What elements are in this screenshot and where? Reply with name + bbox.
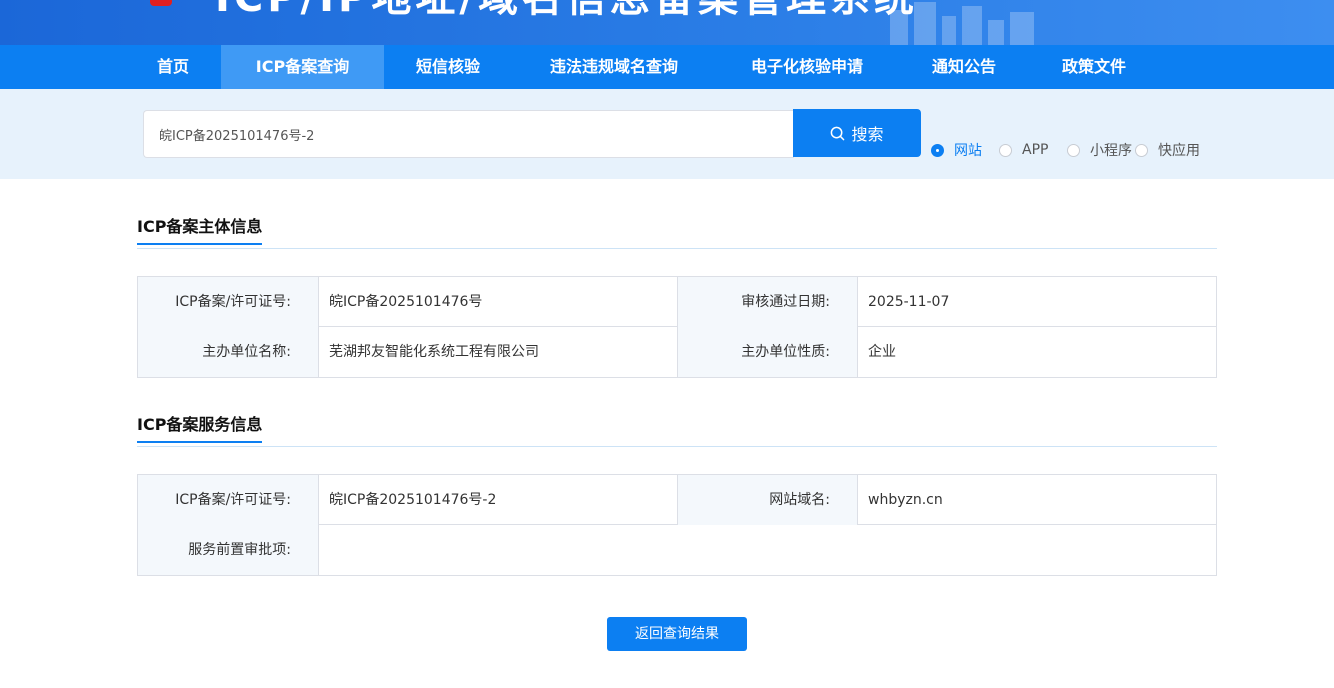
nav-item-policies[interactable]: 政策文件	[1044, 45, 1144, 89]
radio-label: APP	[1022, 142, 1049, 158]
nav-item-icp-query[interactable]: ICP备案查询	[221, 45, 384, 89]
radio-dot-icon	[1067, 143, 1080, 157]
radio-label: 网站	[954, 143, 982, 159]
nav-item-e-verify[interactable]: 电子化核验申请	[728, 45, 886, 89]
approve-date-label: 审核通过日期:	[677, 277, 858, 327]
header-banner: ICP/IP地址/域名信息备案管理系统	[0, 0, 1334, 45]
radio-dot-icon	[999, 143, 1012, 157]
nav-item-notices[interactable]: 通知公告	[914, 45, 1014, 89]
search-button[interactable]: 搜索	[793, 109, 921, 157]
org-name-value: 芜湖邦友智能化系统工程有限公司	[318, 327, 677, 377]
main-nav: 首页 ICP备案查询 短信核验 违法违规域名查询 电子化核验申请 通知公告 政策…	[0, 45, 1334, 89]
logo-icon	[150, 0, 172, 6]
nav-item-home[interactable]: 首页	[121, 45, 225, 89]
radio-label: 小程序	[1090, 143, 1132, 159]
service-info-title: ICP备案服务信息	[137, 411, 263, 443]
domain-label: 网站域名:	[677, 475, 858, 525]
radio-dot-icon	[1135, 143, 1148, 157]
service-license-label: ICP备案/许可证号:	[138, 475, 319, 525]
subject-info-table: ICP备案/许可证号: 皖ICP备2025101476号 审核通过日期: 202…	[137, 276, 1217, 378]
table-row: 主办单位名称: 芜湖邦友智能化系统工程有限公司 主办单位性质: 企业	[138, 327, 1216, 377]
radio-dot-icon	[931, 143, 944, 157]
license-label: ICP备案/许可证号:	[138, 277, 319, 327]
license-value: 皖ICP备2025101476号	[318, 277, 677, 327]
subject-info-title: ICP备案主体信息	[137, 213, 263, 245]
skyline-decoration-icon	[890, 2, 1034, 45]
service-license-value: 皖ICP备2025101476号-2	[318, 475, 677, 525]
nav-item-sms-verify[interactable]: 短信核验	[394, 45, 502, 89]
service-info-table: ICP备案/许可证号: 皖ICP备2025101476号-2 网站域名: whb…	[137, 474, 1217, 576]
radio-quick-app[interactable]: 快应用	[1135, 141, 1200, 159]
site-title: ICP/IP地址/域名信息备案管理系统	[215, 0, 918, 18]
org-name-label: 主办单位名称:	[138, 327, 319, 377]
pre-approval-label: 服务前置审批项:	[138, 525, 319, 575]
subject-info-header: ICP备案主体信息	[137, 213, 1217, 249]
search-input[interactable]	[143, 110, 794, 158]
org-type-label: 主办单位性质:	[677, 327, 858, 377]
approve-date-value: 2025-11-07	[857, 277, 1216, 327]
radio-mini-program[interactable]: 小程序	[1067, 141, 1132, 159]
org-type-value: 企业	[857, 327, 1216, 377]
search-bar: 搜索 网站 APP 小程序 快应用	[0, 89, 1334, 179]
nav-item-illegal-domain[interactable]: 违法违规域名查询	[530, 45, 698, 89]
radio-app[interactable]: APP	[999, 141, 1048, 159]
search-button-label: 搜索	[851, 125, 884, 144]
radio-website[interactable]: 网站	[931, 141, 982, 159]
pre-approval-value	[318, 525, 1216, 575]
domain-value: whbyzn.cn	[857, 475, 1216, 525]
back-to-results-button[interactable]: 返回查询结果	[607, 617, 747, 651]
table-row: ICP备案/许可证号: 皖ICP备2025101476号 审核通过日期: 202…	[138, 277, 1216, 327]
table-row: ICP备案/许可证号: 皖ICP备2025101476号-2 网站域名: whb…	[138, 475, 1216, 525]
search-icon	[831, 126, 845, 140]
table-row: 服务前置审批项:	[138, 525, 1216, 575]
radio-label: 快应用	[1158, 143, 1200, 159]
service-info-header: ICP备案服务信息	[137, 411, 1217, 447]
